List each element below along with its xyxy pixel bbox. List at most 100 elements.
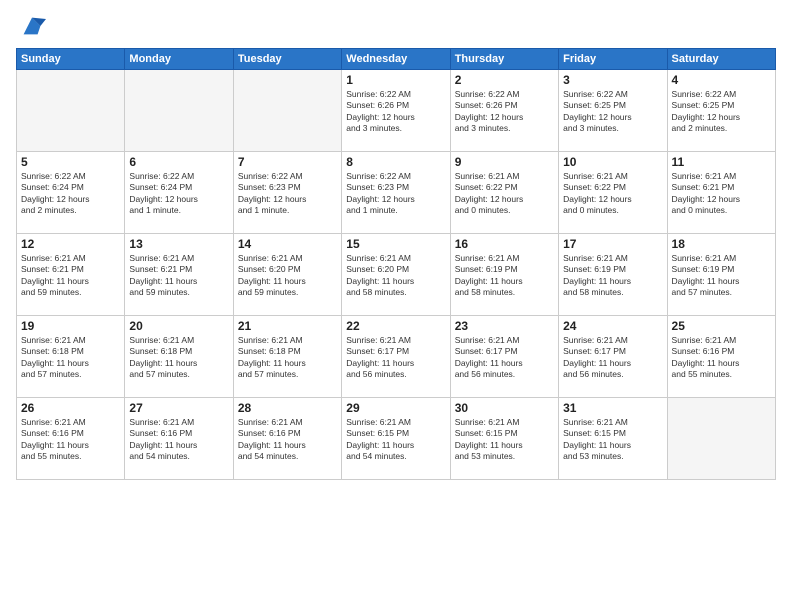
calendar-cell: 29 Sunrise: 6:21 AMSunset: 6:15 PMDayligh… xyxy=(342,398,450,480)
calendar-cell: 16 Sunrise: 6:21 AMSunset: 6:19 PMDayligh… xyxy=(450,234,558,316)
weekday-header-friday: Friday xyxy=(559,49,667,70)
weekday-header-monday: Monday xyxy=(125,49,233,70)
calendar-cell: 8 Sunrise: 6:22 AMSunset: 6:23 PMDaylight… xyxy=(342,152,450,234)
day-number: 20 xyxy=(129,319,228,333)
calendar-cell: 27Sunrise: 6:21 AMSunset: 6:16 PMDayligh… xyxy=(125,398,233,480)
header xyxy=(16,12,776,40)
day-info: Sunrise: 6:21 AMSunset: 6:18 PMDaylight:… xyxy=(238,335,337,381)
day-info: Sunrise: 6:21 AMSunset: 6:16 PMDaylight:… xyxy=(129,417,228,463)
day-number: 21 xyxy=(238,319,337,333)
day-info: Sunrise: 6:21 AMSunset: 6:18 PMDaylight:… xyxy=(129,335,228,381)
day-number: 4 xyxy=(672,73,771,87)
day-number: 25 xyxy=(672,319,771,333)
week-row-5: 26 Sunrise: 6:21 AMSunset: 6:16 PMDayligh… xyxy=(17,398,776,480)
day-info: Sunrise: 6:22 AMSunset: 6:24 PMDaylight:… xyxy=(21,171,120,217)
day-info: Sunrise: 6:21 AMSunset: 6:19 PMDaylight:… xyxy=(455,253,554,299)
weekday-header-sunday: Sunday xyxy=(17,49,125,70)
calendar-cell xyxy=(125,70,233,152)
week-row-1: 1 Sunrise: 6:22 AMSunset: 6:26 PMDaylight… xyxy=(17,70,776,152)
day-number: 1 xyxy=(346,73,445,87)
calendar-cell: 28 Sunrise: 6:21 AMSunset: 6:16 PMDayligh… xyxy=(233,398,341,480)
day-info: Sunrise: 6:21 AMSunset: 6:17 PMDaylight:… xyxy=(455,335,554,381)
day-info: Sunrise: 6:21 AMSunset: 6:16 PMDaylight:… xyxy=(238,417,337,463)
day-number: 9 xyxy=(455,155,554,169)
week-row-4: 19 Sunrise: 6:21 AMSunset: 6:18 PMDayligh… xyxy=(17,316,776,398)
day-number: 5 xyxy=(21,155,120,169)
calendar-cell: 13 Sunrise: 6:21 AMSunset: 6:21 PMDayligh… xyxy=(125,234,233,316)
calendar-cell: 31Sunrise: 6:21 AMSunset: 6:15 PMDayligh… xyxy=(559,398,667,480)
day-info: Sunrise: 6:21 AMSunset: 6:18 PMDaylight:… xyxy=(21,335,120,381)
day-number: 7 xyxy=(238,155,337,169)
week-row-3: 12Sunrise: 6:21 AMSunset: 6:21 PMDayligh… xyxy=(17,234,776,316)
day-info: Sunrise: 6:21 AMSunset: 6:17 PMDaylight:… xyxy=(563,335,662,381)
calendar-cell: 9Sunrise: 6:21 AMSunset: 6:22 PMDaylight… xyxy=(450,152,558,234)
day-info: Sunrise: 6:21 AMSunset: 6:20 PMDaylight:… xyxy=(346,253,445,299)
day-info: Sunrise: 6:21 AMSunset: 6:21 PMDaylight:… xyxy=(129,253,228,299)
calendar-cell: 12Sunrise: 6:21 AMSunset: 6:21 PMDayligh… xyxy=(17,234,125,316)
calendar-cell: 26Sunrise: 6:21 AMSunset: 6:16 PMDayligh… xyxy=(17,398,125,480)
day-info: Sunrise: 6:21 AMSunset: 6:19 PMDaylight:… xyxy=(672,253,771,299)
calendar-cell: 23 Sunrise: 6:21 AMSunset: 6:17 PMDayligh… xyxy=(450,316,558,398)
day-number: 17 xyxy=(563,237,662,251)
calendar-cell: 14Sunrise: 6:21 AMSunset: 6:20 PMDayligh… xyxy=(233,234,341,316)
calendar-cell xyxy=(233,70,341,152)
calendar-cell: 19 Sunrise: 6:21 AMSunset: 6:18 PMDayligh… xyxy=(17,316,125,398)
day-number: 14 xyxy=(238,237,337,251)
day-number: 23 xyxy=(455,319,554,333)
day-number: 30 xyxy=(455,401,554,415)
day-info: Sunrise: 6:21 AMSunset: 6:15 PMDaylight:… xyxy=(563,417,662,463)
logo xyxy=(16,12,46,40)
logo-icon xyxy=(18,12,46,40)
day-number: 2 xyxy=(455,73,554,87)
day-number: 22 xyxy=(346,319,445,333)
day-info: Sunrise: 6:22 AMSunset: 6:25 PMDaylight:… xyxy=(563,89,662,135)
day-info: Sunrise: 6:22 AMSunset: 6:26 PMDaylight:… xyxy=(346,89,445,135)
calendar-cell: 2Sunrise: 6:22 AMSunset: 6:26 PMDaylight… xyxy=(450,70,558,152)
calendar-cell: 7 Sunrise: 6:22 AMSunset: 6:23 PMDaylight… xyxy=(233,152,341,234)
calendar-cell: 11 Sunrise: 6:21 AMSunset: 6:21 PMDayligh… xyxy=(667,152,775,234)
weekday-header-tuesday: Tuesday xyxy=(233,49,341,70)
day-info: Sunrise: 6:21 AMSunset: 6:17 PMDaylight:… xyxy=(346,335,445,381)
day-info: Sunrise: 6:21 AMSunset: 6:15 PMDaylight:… xyxy=(346,417,445,463)
calendar-cell: 15 Sunrise: 6:21 AMSunset: 6:20 PMDayligh… xyxy=(342,234,450,316)
day-info: Sunrise: 6:21 AMSunset: 6:21 PMDaylight:… xyxy=(21,253,120,299)
weekday-header-thursday: Thursday xyxy=(450,49,558,70)
weekday-header-wednesday: Wednesday xyxy=(342,49,450,70)
day-number: 16 xyxy=(455,237,554,251)
day-info: Sunrise: 6:22 AMSunset: 6:23 PMDaylight:… xyxy=(346,171,445,217)
page: SundayMondayTuesdayWednesdayThursdayFrid… xyxy=(0,0,792,612)
day-info: Sunrise: 6:22 AMSunset: 6:23 PMDaylight:… xyxy=(238,171,337,217)
calendar-cell: 22 Sunrise: 6:21 AMSunset: 6:17 PMDayligh… xyxy=(342,316,450,398)
weekday-header-row: SundayMondayTuesdayWednesdayThursdayFrid… xyxy=(17,49,776,70)
day-number: 13 xyxy=(129,237,228,251)
calendar-cell: 21 Sunrise: 6:21 AMSunset: 6:18 PMDayligh… xyxy=(233,316,341,398)
day-info: Sunrise: 6:21 AMSunset: 6:21 PMDaylight:… xyxy=(672,171,771,217)
day-number: 28 xyxy=(238,401,337,415)
calendar-cell: 3 Sunrise: 6:22 AMSunset: 6:25 PMDaylight… xyxy=(559,70,667,152)
day-number: 29 xyxy=(346,401,445,415)
calendar-cell: 6Sunrise: 6:22 AMSunset: 6:24 PMDaylight… xyxy=(125,152,233,234)
day-number: 24 xyxy=(563,319,662,333)
day-number: 3 xyxy=(563,73,662,87)
calendar-cell xyxy=(667,398,775,480)
day-number: 15 xyxy=(346,237,445,251)
day-number: 26 xyxy=(21,401,120,415)
day-number: 18 xyxy=(672,237,771,251)
day-info: Sunrise: 6:21 AMSunset: 6:19 PMDaylight:… xyxy=(563,253,662,299)
calendar-cell: 10Sunrise: 6:21 AMSunset: 6:22 PMDayligh… xyxy=(559,152,667,234)
day-info: Sunrise: 6:21 AMSunset: 6:22 PMDaylight:… xyxy=(563,171,662,217)
calendar-cell: 25 Sunrise: 6:21 AMSunset: 6:16 PMDayligh… xyxy=(667,316,775,398)
day-number: 11 xyxy=(672,155,771,169)
calendar-cell: 20 Sunrise: 6:21 AMSunset: 6:18 PMDayligh… xyxy=(125,316,233,398)
day-info: Sunrise: 6:21 AMSunset: 6:16 PMDaylight:… xyxy=(672,335,771,381)
calendar-table: SundayMondayTuesdayWednesdayThursdayFrid… xyxy=(16,48,776,480)
calendar-cell xyxy=(17,70,125,152)
calendar-cell: 17 Sunrise: 6:21 AMSunset: 6:19 PMDayligh… xyxy=(559,234,667,316)
calendar-cell: 30Sunrise: 6:21 AMSunset: 6:15 PMDayligh… xyxy=(450,398,558,480)
calendar-cell: 24 Sunrise: 6:21 AMSunset: 6:17 PMDayligh… xyxy=(559,316,667,398)
calendar-cell: 4Sunrise: 6:22 AMSunset: 6:25 PMDaylight… xyxy=(667,70,775,152)
day-number: 8 xyxy=(346,155,445,169)
weekday-header-saturday: Saturday xyxy=(667,49,775,70)
day-number: 19 xyxy=(21,319,120,333)
calendar-cell: 1 Sunrise: 6:22 AMSunset: 6:26 PMDaylight… xyxy=(342,70,450,152)
